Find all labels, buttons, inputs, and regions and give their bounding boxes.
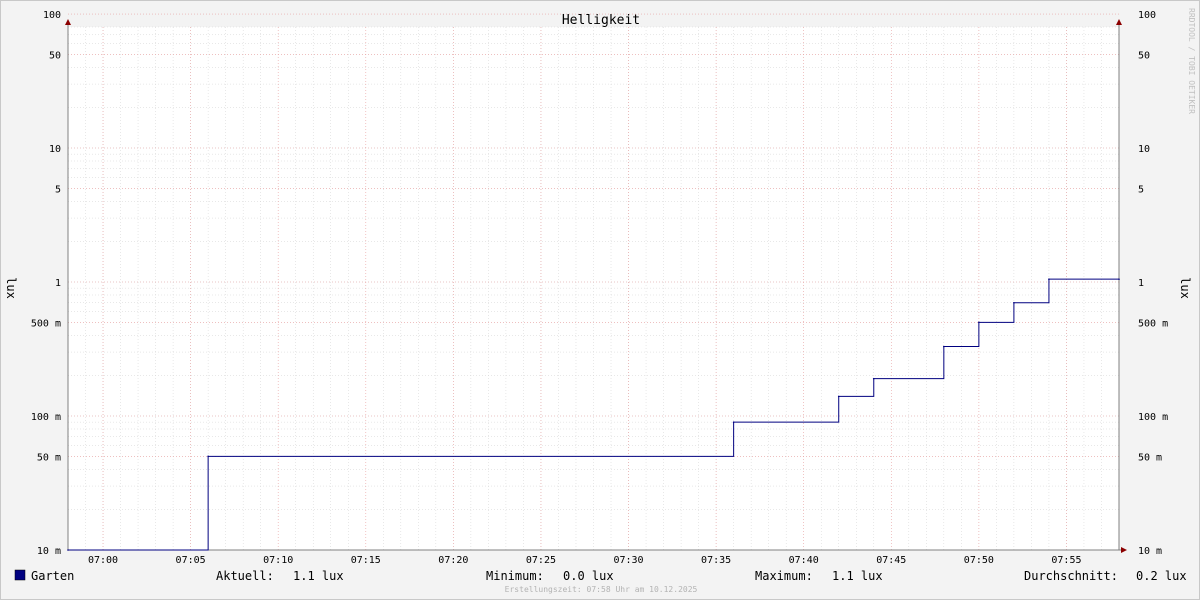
x-axis-arrow [1121,547,1127,553]
y-tick-label-left: 5 [55,184,61,195]
series-point [1013,301,1015,304]
series-point [943,345,945,348]
x-tick-label: 07:15 [351,555,381,566]
y-axis-arrow-left [65,19,71,25]
legend-swatch [14,569,26,581]
y-axis-label-left: lux [4,277,18,299]
y-tick-label-right: 100 [1138,10,1156,21]
y-tick-label-left: 10 m [37,546,61,557]
current-value: 1.1 lux [293,569,344,583]
y-tick-label-left: 10 [49,144,61,155]
y-tick-label-right: 50 m [1138,452,1162,463]
y-tick-label-left: 50 m [37,452,61,463]
x-tick-label: 07:40 [789,555,819,566]
y-axis-label-right: lux [1178,277,1192,299]
footer-timestamp: Erstellungszeit: 07:58 Uhr am 10.12.2025 [505,585,698,594]
y-tick-label-left: 100 [43,10,61,21]
series-point [872,377,875,380]
watermark: RRDTOOL / TOBI OETIKER [1187,8,1196,114]
x-tick-label: 07:00 [88,555,118,566]
min-label: Minimum: [486,569,544,583]
x-tick-label: 07:45 [876,555,906,566]
y-tick-label-right: 500 m [1138,318,1168,329]
x-tick-label: 07:05 [176,555,206,566]
series-point [1118,278,1120,280]
chart-title: Helligkeit [562,13,640,28]
y-tick-label-left: 500 m [31,318,61,329]
max-value: 1.1 lux [832,569,883,583]
y-tick-label-right: 50 [1138,50,1150,61]
series-point [837,395,840,398]
y-tick-labels-right: 10 m50 m100 m500 m1510501005001 k5 k10 k… [1138,10,1168,557]
y-tick-label-right: 1 [1138,278,1144,289]
series-point [207,455,209,458]
x-tick-label: 07:10 [263,555,293,566]
series-point [978,321,980,324]
x-tick-label: 07:20 [438,555,468,566]
current-label: Aktuell: [216,569,274,583]
y-axis-arrow-right [1116,19,1122,25]
x-tick-label: 07:35 [701,555,731,566]
min-value: 0.0 lux [563,569,614,583]
chart-window: 10 m50 m100 m500 m1510501005001 k5 k10 k… [0,0,1200,600]
x-tick-label: 07:55 [1051,555,1081,566]
y-tick-label-left: 50 [49,50,61,61]
y-tick-label-right: 5 [1138,184,1144,195]
series-point [732,421,735,423]
series-point [1048,278,1050,280]
y-tick-label-right: 100 m [1138,412,1168,423]
y-tick-label-left: 100 m [31,412,61,423]
x-tick-label: 07:25 [526,555,556,566]
brightness-chart: 10 m50 m100 m500 m1510501005001 k5 k10 k… [4,8,1196,594]
legend-label: Garten [31,569,74,583]
y-tick-labels-left: 10 m50 m100 m500 m1510501005001 k5 k10 k… [31,10,61,557]
y-tick-label-right: 10 [1138,144,1150,155]
max-label: Maximum: [755,569,813,583]
series-point [67,549,69,551]
y-tick-label-right: 10 m [1138,546,1162,557]
x-tick-label: 07:30 [613,555,643,566]
x-tick-labels: 07:00 07:05 07:10 07:15 07:20 07:25 07:30 07:35… [88,555,1082,566]
y-tick-label-left: 1 [55,278,61,289]
x-tick-label: 07:50 [964,555,994,566]
minor-grid [67,26,1120,551]
avg-label: Durchschnitt: [1024,569,1118,583]
avg-value: 0.2 lux [1136,569,1187,583]
